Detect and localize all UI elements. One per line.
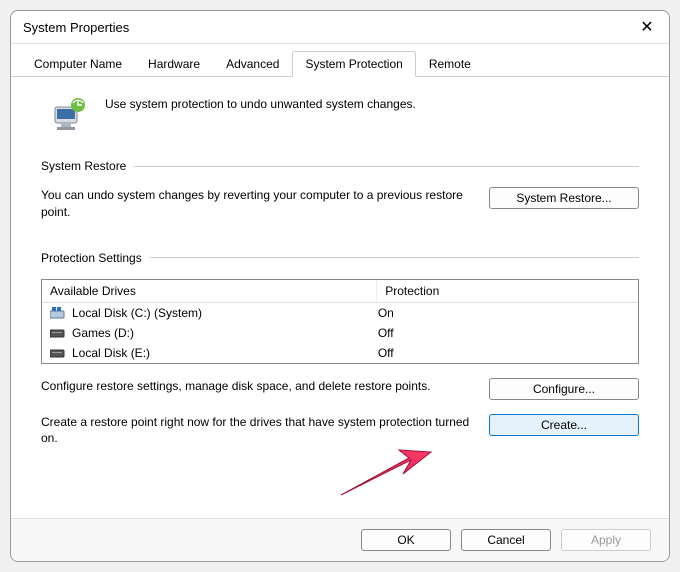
cancel-button[interactable]: Cancel <box>461 529 551 551</box>
tab-content: Use system protection to undo unwanted s… <box>11 77 669 518</box>
section-protection-settings: Protection Settings Available Drives Pro… <box>41 251 639 448</box>
section-header: System Restore <box>41 159 639 173</box>
system-restore-button[interactable]: System Restore... <box>489 187 639 209</box>
window-title: System Properties <box>23 20 129 35</box>
drive-name-label: Local Disk (E:) <box>72 346 150 360</box>
apply-button: Apply <box>561 529 651 551</box>
drives-table-body: Local Disk (C:) (System) On Games (D:) O… <box>42 303 638 363</box>
configure-button[interactable]: Configure... <box>489 378 639 400</box>
dialog-footer: OK Cancel Apply <box>11 518 669 561</box>
ok-button[interactable]: OK <box>361 529 451 551</box>
drives-table-header: Available Drives Protection <box>42 280 638 303</box>
drive-protection-status: Off <box>378 326 630 340</box>
configure-description: Configure restore settings, manage disk … <box>41 378 473 395</box>
column-header-drives[interactable]: Available Drives <box>42 280 377 302</box>
table-row[interactable]: Local Disk (E:) Off <box>42 343 638 363</box>
drive-protection-status: On <box>378 306 630 320</box>
disk-drive-icon <box>50 327 66 339</box>
drives-table: Available Drives Protection Local Disk (… <box>41 279 639 364</box>
divider <box>134 166 639 167</box>
column-header-protection[interactable]: Protection <box>377 280 638 302</box>
tab-computer-name[interactable]: Computer Name <box>21 51 135 77</box>
section-title-restore: System Restore <box>41 159 126 173</box>
tab-hardware[interactable]: Hardware <box>135 51 213 77</box>
table-row[interactable]: Local Disk (C:) (System) On <box>42 303 638 323</box>
section-system-restore: System Restore You can undo system chang… <box>41 159 639 221</box>
create-button[interactable]: Create... <box>489 414 639 436</box>
tab-strip: Computer Name Hardware Advanced System P… <box>11 44 669 77</box>
section-header: Protection Settings <box>41 251 639 265</box>
create-row: Create a restore point right now for the… <box>41 414 639 448</box>
system-properties-dialog: System Properties ✕ Computer Name Hardwa… <box>10 10 670 562</box>
section-title-protection: Protection Settings <box>41 251 142 265</box>
titlebar: System Properties ✕ <box>11 11 669 44</box>
disk-drive-icon <box>50 347 66 359</box>
intro-row: Use system protection to undo unwanted s… <box>41 87 639 151</box>
restore-row: You can undo system changes by reverting… <box>41 187 639 221</box>
tab-remote[interactable]: Remote <box>416 51 484 77</box>
drive-name-label: Games (D:) <box>72 326 134 340</box>
configure-row: Configure restore settings, manage disk … <box>41 378 639 400</box>
restore-description: You can undo system changes by reverting… <box>41 187 473 221</box>
intro-text: Use system protection to undo unwanted s… <box>105 97 416 111</box>
divider <box>150 257 639 258</box>
tab-advanced[interactable]: Advanced <box>213 51 292 77</box>
drive-name-label: Local Disk (C:) (System) <box>72 306 202 320</box>
close-icon[interactable]: ✕ <box>637 17 657 37</box>
table-row[interactable]: Games (D:) Off <box>42 323 638 343</box>
system-protection-icon <box>51 97 91 133</box>
annotation-arrow-icon <box>331 440 441 500</box>
tab-system-protection[interactable]: System Protection <box>292 51 415 77</box>
create-description: Create a restore point right now for the… <box>41 414 473 448</box>
drive-protection-status: Off <box>378 346 630 360</box>
system-drive-icon <box>50 307 66 319</box>
